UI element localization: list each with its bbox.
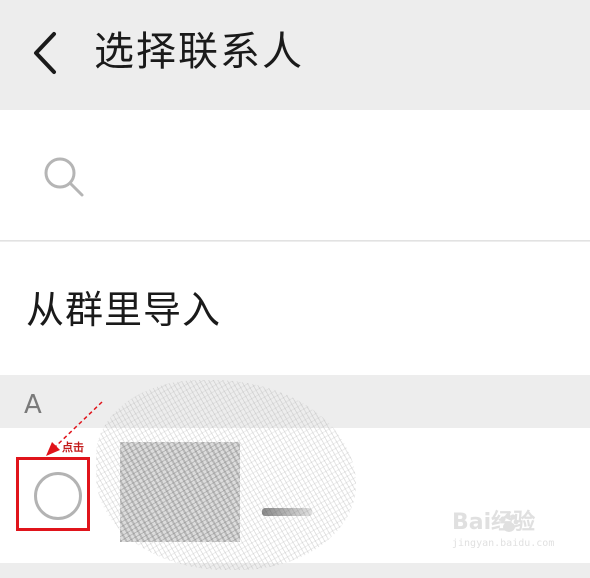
annotation-note: 点击 xyxy=(62,441,84,454)
chevron-left-icon[interactable] xyxy=(28,30,62,76)
contact-name-redacted xyxy=(262,508,312,516)
watermark-brand: Bai经验 xyxy=(452,510,536,535)
import-from-group-label: 从群里导入 xyxy=(26,288,222,332)
divider xyxy=(0,563,590,578)
search-input[interactable] xyxy=(100,148,560,204)
page-title: 选择联系人 xyxy=(94,29,304,75)
watermark: Bai经验 jingyan.baidu.com xyxy=(452,510,582,550)
search-icon xyxy=(44,157,84,197)
annotation-highlight-box xyxy=(16,457,90,531)
avatar xyxy=(120,442,240,542)
watermark-url: jingyan.baidu.com xyxy=(452,538,555,549)
paw-icon xyxy=(500,513,519,532)
